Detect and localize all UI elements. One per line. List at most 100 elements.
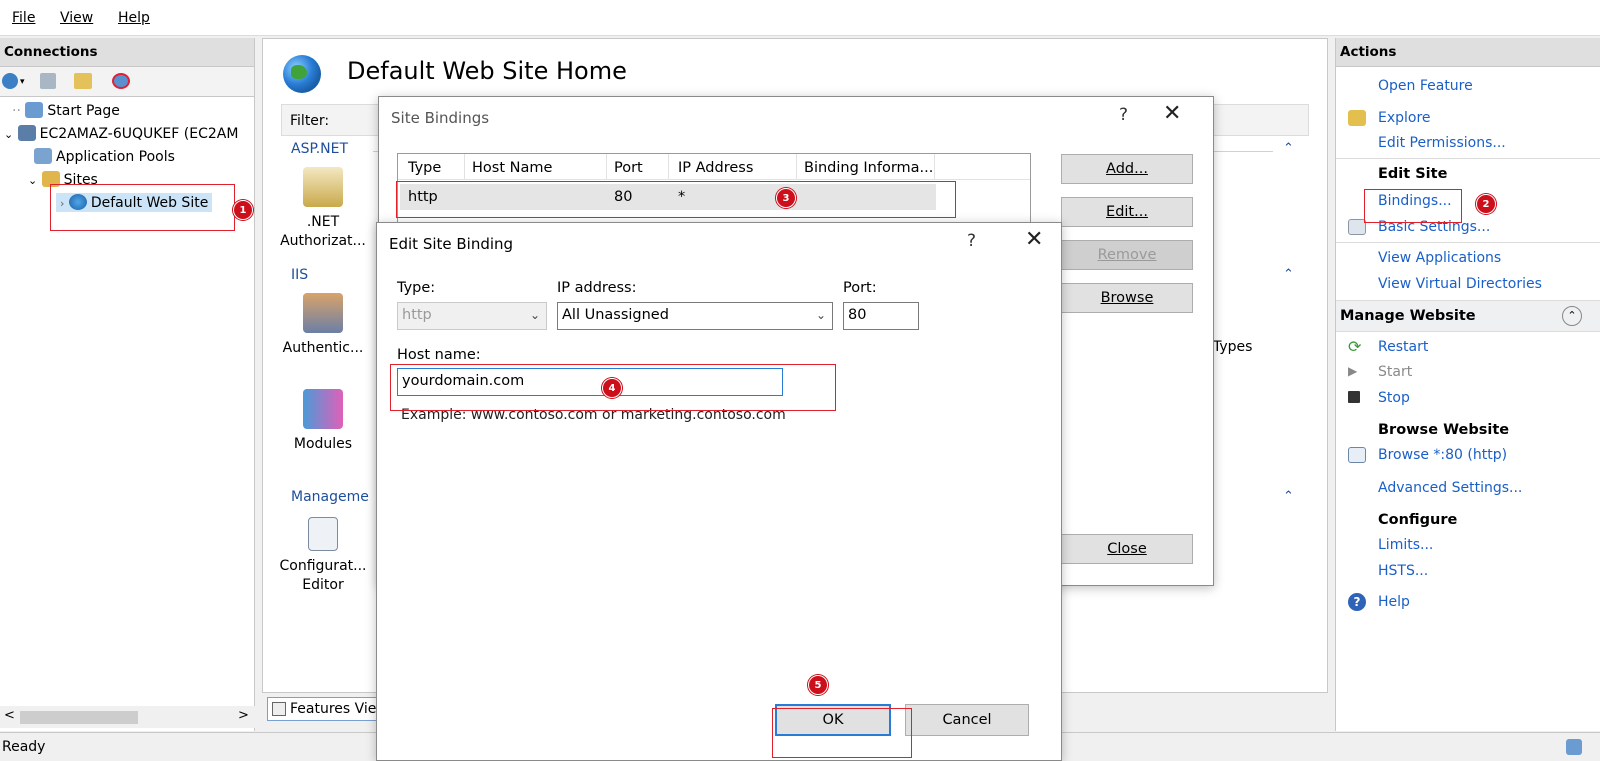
server-icon xyxy=(17,125,36,141)
group-management[interactable]: Manageme xyxy=(291,489,369,505)
collapse-icon[interactable]: ⌃ xyxy=(1283,489,1294,504)
chevron-down-icon[interactable]: ▾ xyxy=(20,77,25,87)
start-page-icon xyxy=(25,102,44,118)
scroll-left-icon[interactable]: < xyxy=(4,708,15,723)
status-text: Ready xyxy=(2,739,46,755)
help-icon: ? xyxy=(1348,593,1366,611)
port-label: Port: xyxy=(843,280,877,296)
menu-help[interactable]: Help xyxy=(118,10,150,26)
action-open-feature[interactable]: Open Feature xyxy=(1378,78,1473,94)
explore-icon xyxy=(1348,110,1366,126)
help-icon[interactable]: ? xyxy=(1119,105,1128,125)
chevron-down-icon: ⌄ xyxy=(529,308,540,322)
action-help[interactable]: Help xyxy=(1378,594,1410,610)
features-view-tab[interactable]: Features Vie xyxy=(267,697,377,721)
feature-modules[interactable]: Modules xyxy=(277,389,369,454)
lock-document-icon xyxy=(303,167,343,207)
menu-bar: File View Help xyxy=(0,0,1600,36)
tree-start-page[interactable]: ·· Start Page xyxy=(12,102,120,119)
host-name-label: Host name: xyxy=(397,347,481,363)
disconnect-icon[interactable] xyxy=(112,73,130,89)
restart-icon: ⟳ xyxy=(1348,337,1362,356)
action-restart[interactable]: Restart xyxy=(1378,339,1428,355)
action-view-applications[interactable]: View Applications xyxy=(1378,250,1501,266)
divider xyxy=(934,154,935,180)
action-edit-permissions[interactable]: Edit Permissions... xyxy=(1378,135,1506,151)
action-view-virtual-directories[interactable]: View Virtual Directories xyxy=(1378,276,1542,292)
col-ip-address[interactable]: IP Address xyxy=(678,160,753,176)
page-title: Default Web Site Home xyxy=(347,57,627,85)
close-icon[interactable]: ✕ xyxy=(1025,227,1043,252)
help-icon[interactable]: ? xyxy=(967,231,976,251)
ip-address-select[interactable]: All Unassigned ⌄ xyxy=(557,302,833,330)
col-host-name[interactable]: Host Name xyxy=(472,160,552,176)
modules-icon xyxy=(303,389,343,429)
connect-icon[interactable] xyxy=(2,73,18,89)
section-edit-site: Edit Site xyxy=(1378,166,1448,182)
feature-net-authorization[interactable]: .NET Authorizat... xyxy=(277,167,369,251)
actions-title: Actions xyxy=(1336,38,1600,67)
action-explore[interactable]: Explore xyxy=(1378,110,1431,126)
edit-button[interactable]: Edit... xyxy=(1061,197,1193,227)
annotation-box-1 xyxy=(50,184,235,231)
app-pools-icon xyxy=(34,148,52,164)
chevron-down-icon: ⌄ xyxy=(815,308,826,322)
col-type[interactable]: Type xyxy=(408,160,441,176)
edit-binding-title: Edit Site Binding xyxy=(389,235,514,253)
scroll-thumb[interactable] xyxy=(20,711,138,724)
group-aspnet[interactable]: ASP.NET xyxy=(291,141,348,157)
divider xyxy=(1336,242,1600,243)
divider xyxy=(796,154,797,180)
action-limits[interactable]: Limits... xyxy=(1378,537,1433,553)
port-input[interactable]: 80 xyxy=(843,302,919,330)
scroll-right-icon[interactable]: > xyxy=(238,708,249,723)
action-hsts[interactable]: HSTS... xyxy=(1378,563,1428,579)
edit-site-binding-dialog: Edit Site Binding ? ✕ Type: http ⌄ IP ad… xyxy=(376,222,1062,761)
group-iis[interactable]: IIS xyxy=(291,267,308,283)
connections-title: Connections xyxy=(0,38,254,67)
cancel-button[interactable]: Cancel xyxy=(905,704,1029,736)
annotation-badge-2: 2 xyxy=(1476,194,1496,214)
menu-view[interactable]: View xyxy=(60,10,93,26)
play-icon: ▶ xyxy=(1348,364,1358,378)
remove-button[interactable]: Remove xyxy=(1061,240,1193,270)
browse-button[interactable]: Browse xyxy=(1061,283,1193,313)
tree-application-pools[interactable]: Application Pools xyxy=(34,148,175,165)
add-button[interactable]: Add... xyxy=(1061,154,1193,184)
col-binding-info[interactable]: Binding Informa... xyxy=(804,160,933,176)
section-browse-website: Browse Website xyxy=(1378,422,1510,438)
action-browse-80[interactable]: Browse *:80 (http) xyxy=(1378,447,1507,463)
feature-configuration-editor[interactable]: Configurat... Editor xyxy=(277,517,369,595)
type-label: Type: xyxy=(397,280,436,296)
annotation-box-3 xyxy=(396,181,956,218)
divider xyxy=(668,154,669,180)
features-view-icon xyxy=(272,702,286,716)
menu-file[interactable]: File xyxy=(12,10,35,26)
action-start: Start xyxy=(1378,364,1413,380)
col-port[interactable]: Port xyxy=(614,160,643,176)
close-icon[interactable]: ✕ xyxy=(1163,101,1181,126)
feature-types-label[interactable]: Types xyxy=(1213,339,1252,355)
connections-scrollbar[interactable]: < > xyxy=(0,706,255,728)
annotation-badge-3: 3 xyxy=(776,188,796,208)
section-configure: Configure xyxy=(1378,512,1458,528)
action-stop[interactable]: Stop xyxy=(1378,390,1410,406)
tree-server[interactable]: ⌄ EC2AMAZ-6UQUKEF (EC2AM xyxy=(4,125,238,142)
divider xyxy=(1336,158,1600,159)
site-bindings-title: Site Bindings xyxy=(391,109,490,127)
folder-up-icon[interactable] xyxy=(74,73,92,89)
feature-authentication[interactable]: Authentic... xyxy=(277,293,369,358)
expand-icon[interactable]: ⌄ xyxy=(28,174,37,187)
connections-toolbar: ▾ xyxy=(0,67,254,97)
action-advanced-settings[interactable]: Advanced Settings... xyxy=(1378,480,1522,496)
collapse-icon[interactable]: ⌃ xyxy=(1283,141,1294,156)
user-lock-icon xyxy=(303,293,343,333)
annotation-badge-4: 4 xyxy=(602,378,622,398)
ip-address-label: IP address: xyxy=(557,280,637,296)
close-button[interactable]: Close xyxy=(1061,534,1193,564)
collapse-icon[interactable]: ⌃ xyxy=(1562,306,1582,326)
expand-icon[interactable]: ⌄ xyxy=(4,128,13,141)
save-icon[interactable] xyxy=(40,73,56,89)
stop-icon xyxy=(1348,391,1360,403)
collapse-icon[interactable]: ⌃ xyxy=(1283,267,1294,282)
